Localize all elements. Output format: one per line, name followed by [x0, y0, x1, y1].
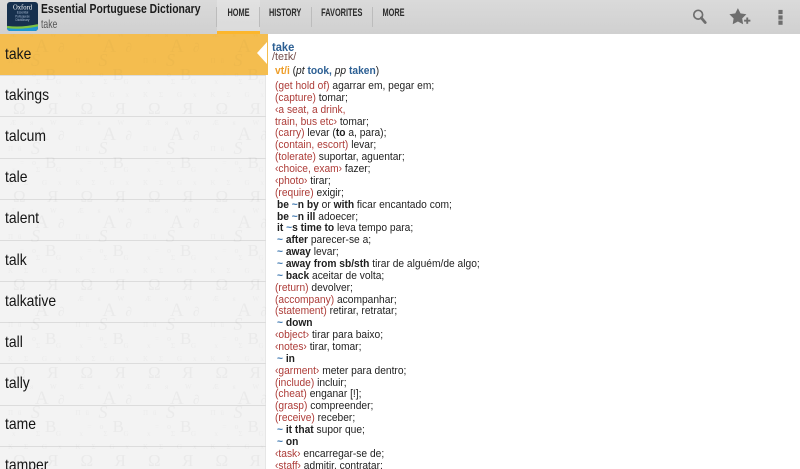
- svg-text:Dictionary: Dictionary: [16, 18, 30, 22]
